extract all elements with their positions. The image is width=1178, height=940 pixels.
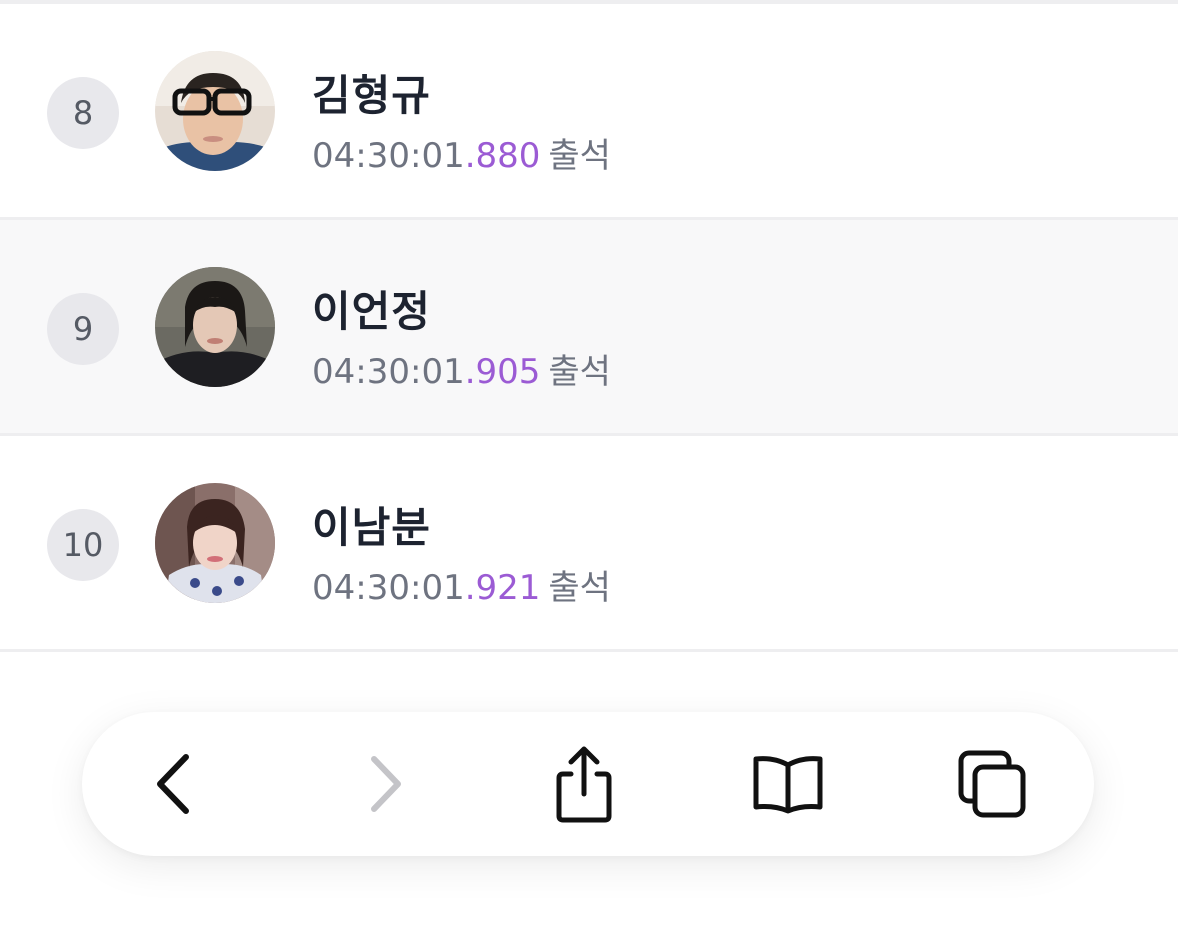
check-in-time: 04:30:01 bbox=[312, 352, 465, 392]
rank-badge: 9 bbox=[47, 293, 119, 365]
check-in-milliseconds: .905 bbox=[464, 352, 541, 392]
forward-button[interactable] bbox=[340, 740, 428, 828]
check-in-line: 04:30:01.905 출석 bbox=[312, 344, 611, 393]
rank-badge: 8 bbox=[47, 77, 119, 149]
bookmarks-button[interactable] bbox=[744, 740, 832, 828]
share-button[interactable] bbox=[540, 740, 628, 828]
forward-icon bbox=[371, 756, 401, 812]
profile-photo bbox=[155, 51, 275, 171]
rank-badge: 10 bbox=[47, 509, 119, 581]
check-in-line: 04:30:01.921 출석 bbox=[312, 560, 611, 609]
bookmarks-icon bbox=[753, 756, 823, 814]
list-item[interactable]: 8 김형규 04:30:01.880 출석 bbox=[0, 4, 1178, 220]
check-in-milliseconds: .880 bbox=[464, 136, 541, 176]
attendance-status: 출석 bbox=[548, 136, 611, 176]
member-name: 김형규 bbox=[312, 71, 431, 120]
browser-toolbar bbox=[82, 712, 1094, 856]
member-name: 이남분 bbox=[312, 503, 431, 552]
avatar[interactable] bbox=[155, 267, 275, 387]
tabs-icon bbox=[958, 750, 1026, 818]
list-item[interactable]: 9 이언정 04:30:01.905 출석 bbox=[0, 220, 1178, 436]
avatar[interactable] bbox=[155, 51, 275, 171]
profile-photo bbox=[155, 267, 275, 387]
check-in-line: 04:30:01.880 출석 bbox=[312, 128, 611, 177]
check-in-time: 04:30:01 bbox=[312, 136, 465, 176]
member-name: 이언정 bbox=[312, 287, 431, 336]
share-icon bbox=[556, 746, 612, 823]
attendance-status: 출석 bbox=[548, 568, 611, 608]
avatar[interactable] bbox=[155, 483, 275, 603]
list-item[interactable]: 10 이남분 04:30:01.921 출석 bbox=[0, 436, 1178, 652]
check-in-time: 04:30:01 bbox=[312, 568, 465, 608]
profile-photo bbox=[155, 483, 275, 603]
tabs-button[interactable] bbox=[948, 740, 1036, 828]
attendance-status: 출석 bbox=[548, 352, 611, 392]
back-button[interactable] bbox=[132, 740, 220, 828]
check-in-milliseconds: .921 bbox=[464, 568, 541, 608]
attendance-list: 8 김형규 04:30:01.880 출석 9 이언정 04:30:01.905… bbox=[0, 4, 1178, 652]
back-icon bbox=[157, 754, 189, 814]
